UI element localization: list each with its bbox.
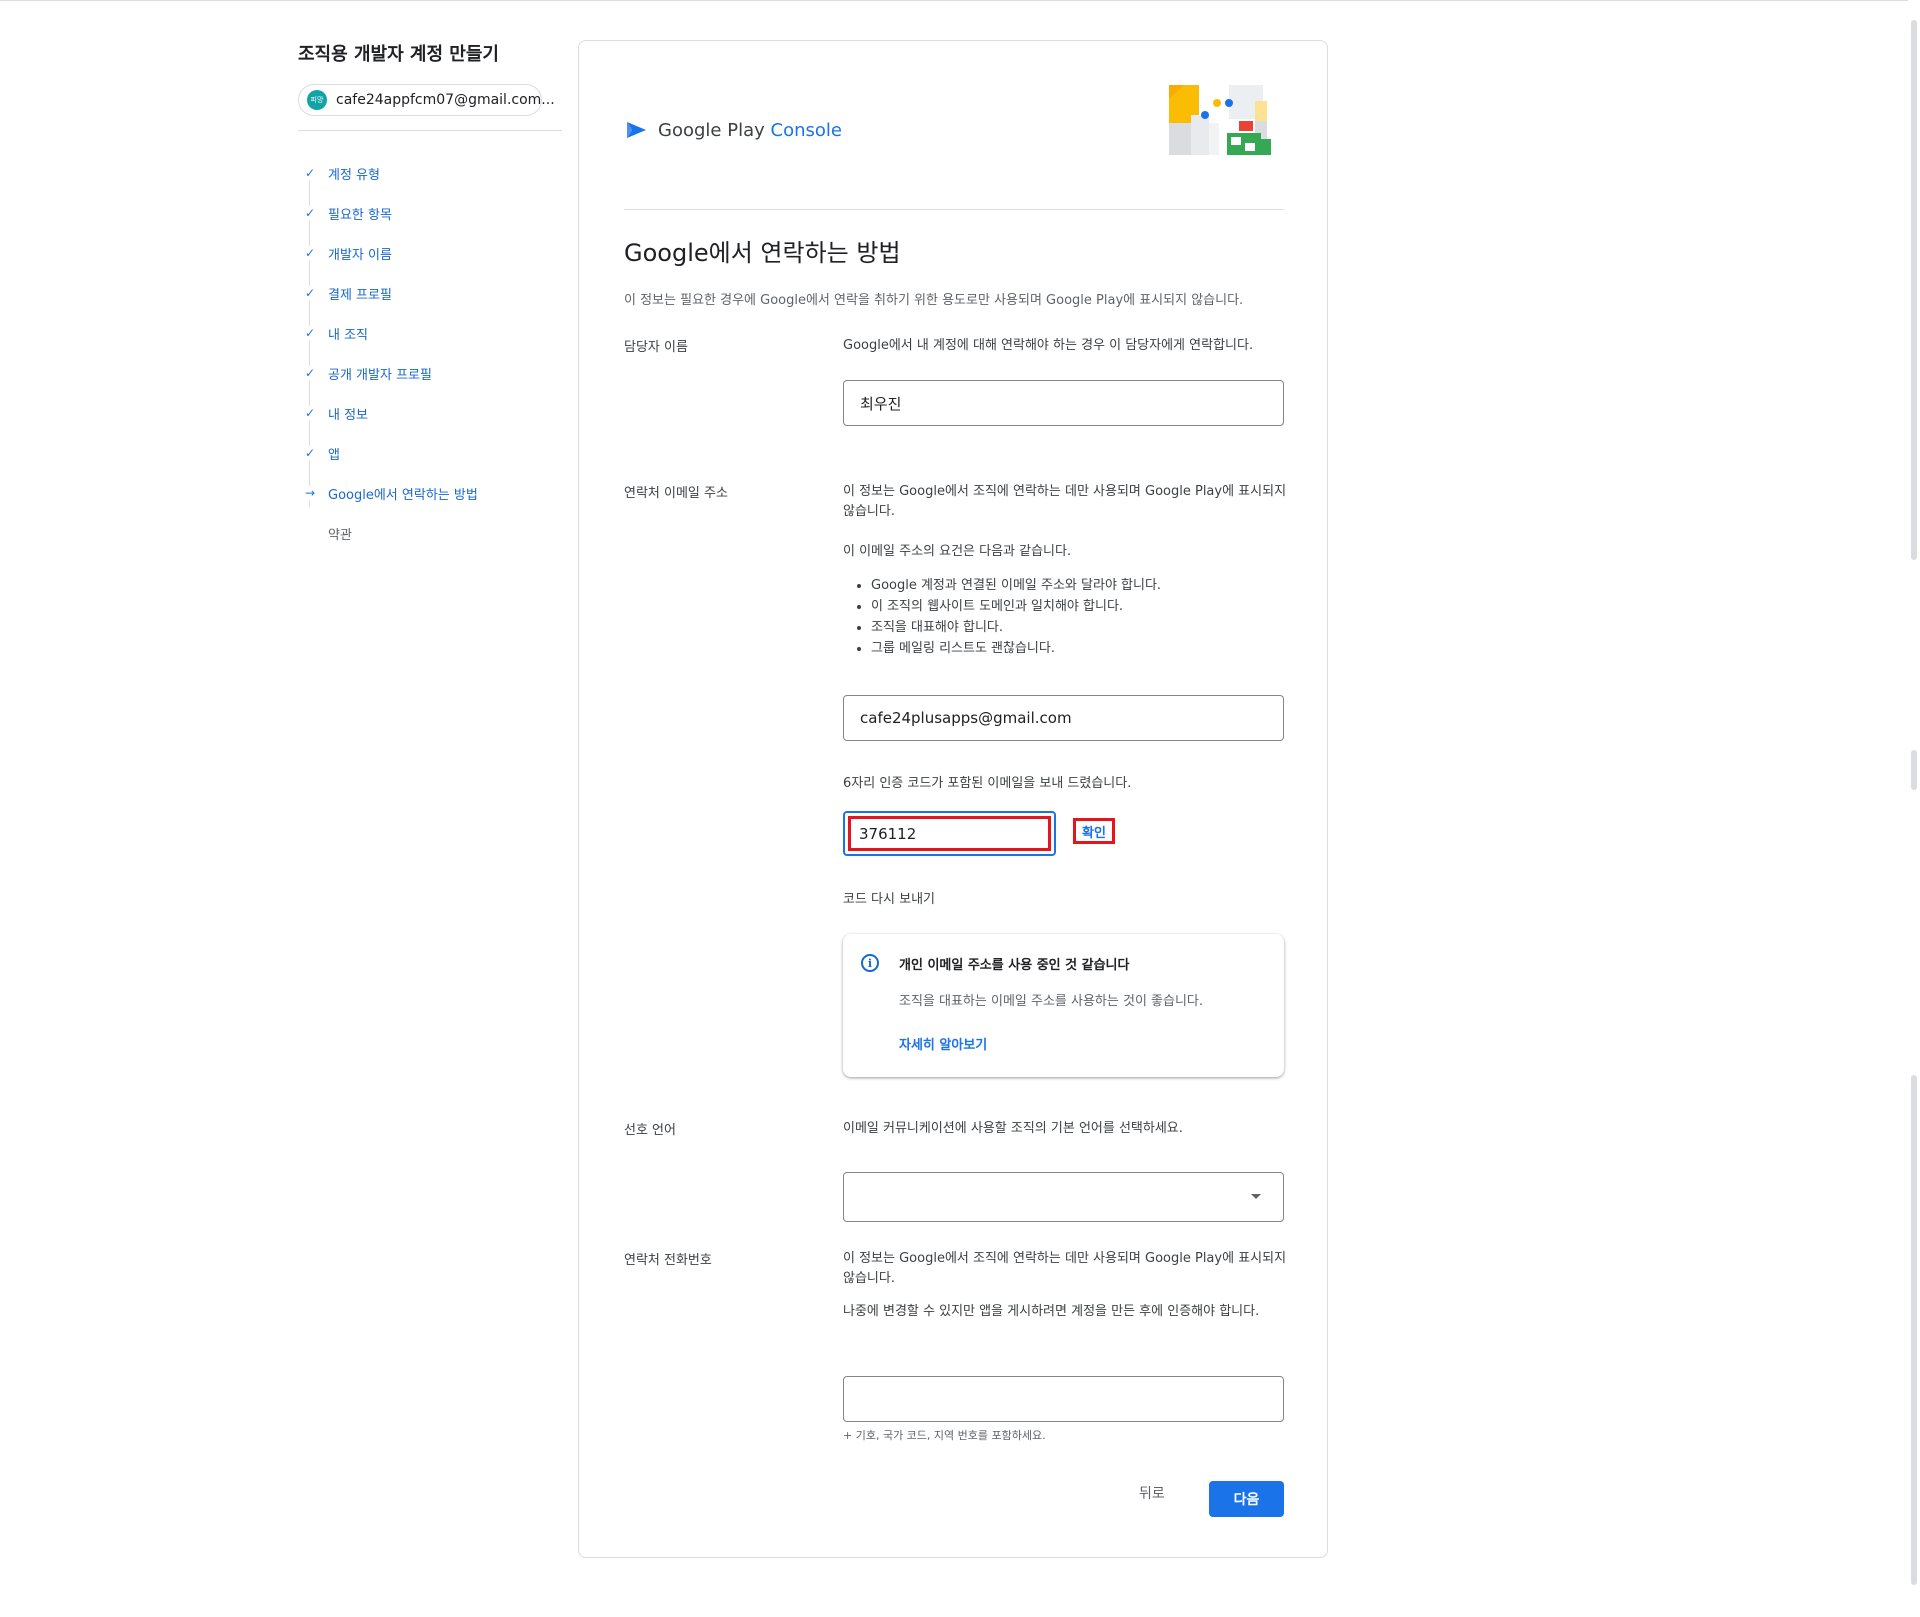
step-requirements[interactable]: ✓ 필요한 항목 bbox=[298, 193, 562, 233]
resend-code-link[interactable]: 코드 다시 보내기 bbox=[843, 890, 1288, 910]
learn-more-link[interactable]: 자세히 알아보기 bbox=[899, 1034, 987, 1053]
email-requirements-intro: 이 이메일 주소의 요건은 다음과 같습니다. bbox=[843, 544, 1072, 559]
verification-code-value: 376112 bbox=[848, 816, 1051, 851]
confirm-button[interactable]: 확인 bbox=[1073, 818, 1115, 844]
check-icon: ✓ bbox=[298, 326, 322, 340]
scrollbar[interactable] bbox=[1908, 0, 1920, 1617]
back-button[interactable]: 뒤로 bbox=[1139, 1483, 1165, 1503]
personal-email-notice: i 개인 이메일 주소를 사용 중인 것 같습니다 조직을 대표하는 이메일 주… bbox=[843, 934, 1284, 1077]
step-my-info[interactable]: ✓ 내 정보 bbox=[298, 393, 562, 433]
language-help: 이메일 커뮤니케이션에 사용할 조직의 기본 언어를 선택하세요. bbox=[843, 1121, 1183, 1136]
step-label: 내 정보 bbox=[328, 407, 369, 423]
step-public-profile[interactable]: ✓ 공개 개발자 프로필 bbox=[298, 353, 562, 393]
sidebar-title: 조직용 개발자 계정 만들기 bbox=[298, 44, 499, 65]
phone-label: 연락처 전화번호 bbox=[624, 1253, 712, 1268]
phone-hint: + 기호, 국가 코드, 지역 번호를 포함하세요. bbox=[843, 1429, 1046, 1442]
phone-help-verify: 나중에 변경할 수 있지만 앱을 게시하려면 계정을 만든 후에 인증해야 합니… bbox=[843, 1304, 1260, 1319]
check-icon: ✓ bbox=[298, 166, 322, 180]
account-chip[interactable]: 피망 cafe24appfcm07@gmail.com... bbox=[298, 84, 555, 116]
page-title: Google에서 연락하는 방법 bbox=[624, 239, 901, 267]
main-card: Google Play Console Google에서 연락하는 방법 이 정… bbox=[578, 40, 1328, 1558]
list-item: 이 조직의 웹사이트 도메인과 일치해야 합니다. bbox=[871, 596, 1161, 617]
step-payment-profile[interactable]: ✓ 결제 프로필 bbox=[298, 273, 562, 313]
play-console-icon bbox=[627, 122, 646, 138]
scrollbar-thumb[interactable] bbox=[1911, 1075, 1917, 1585]
step-organization[interactable]: ✓ 내 조직 bbox=[298, 313, 562, 353]
step-label: 개발자 이름 bbox=[328, 247, 392, 263]
step-label: 필요한 항목 bbox=[328, 207, 392, 223]
step-terms[interactable]: 약관 bbox=[298, 513, 562, 553]
scrollbar-thumb[interactable] bbox=[1911, 20, 1917, 560]
phone-help: 이 정보는 Google에서 조직에 연락하는 데만 사용되며 Google P… bbox=[843, 1251, 1287, 1286]
header-illustration bbox=[1169, 85, 1271, 155]
step-label: 공개 개발자 프로필 bbox=[328, 367, 432, 383]
code-sent-message: 6자리 인증 코드가 포함된 이메일을 보내 드렸습니다. bbox=[843, 776, 1132, 791]
language-label: 선호 언어 bbox=[624, 1123, 676, 1138]
contact-email-help: 이 정보는 Google에서 조직에 연락하는 데만 사용되며 Google P… bbox=[843, 484, 1287, 519]
avatar: 피망 bbox=[307, 90, 327, 110]
check-icon: ✓ bbox=[298, 366, 322, 380]
account-email: cafe24appfcm07@gmail.com... bbox=[336, 92, 555, 108]
list-item: 그룹 메일링 리스트도 괜찮습니다. bbox=[871, 638, 1161, 659]
email-requirements-list: Google 계정과 연결된 이메일 주소와 달라야 합니다. 이 조직의 웹사… bbox=[843, 575, 1161, 659]
contact-email-input[interactable]: cafe24plusapps@gmail.com bbox=[843, 695, 1284, 741]
logo-play: Play bbox=[727, 119, 765, 141]
step-contact-method[interactable]: → Google에서 연락하는 방법 bbox=[298, 473, 562, 513]
logo-google: Google bbox=[658, 119, 722, 141]
step-label: 앱 bbox=[328, 447, 340, 463]
dropdown-arrow-icon bbox=[1251, 1194, 1261, 1199]
contact-name-label: 담당자 이름 bbox=[624, 340, 688, 355]
list-item: Google 계정과 연결된 이메일 주소와 달라야 합니다. bbox=[871, 575, 1161, 596]
step-account-type[interactable]: ✓ 계정 유형 bbox=[298, 153, 562, 193]
step-label: 계정 유형 bbox=[328, 167, 380, 183]
top-border bbox=[0, 0, 1920, 1]
contact-email-label: 연락처 이메일 주소 bbox=[624, 486, 728, 501]
card-divider bbox=[624, 209, 1284, 210]
notice-title: 개인 이메일 주소를 사용 중인 것 같습니다 bbox=[899, 958, 1130, 973]
verification-code-input[interactable]: 376112 bbox=[843, 811, 1056, 856]
step-label: 내 조직 bbox=[328, 327, 369, 343]
step-label: 결제 프로필 bbox=[328, 287, 392, 303]
check-icon: ✓ bbox=[298, 246, 322, 260]
play-console-logo: Google Play Console bbox=[624, 117, 842, 143]
scrollbar-thumb[interactable] bbox=[1911, 750, 1917, 790]
sidebar: 조직용 개발자 계정 만들기 피망 cafe24appfcm07@gmail.c… bbox=[298, 40, 562, 553]
step-list: ✓ 계정 유형 ✓ 필요한 항목 ✓ 개발자 이름 ✓ 결제 프로필 ✓ 내 조직 ✓ 공개… bbox=[298, 153, 562, 553]
step-label: Google에서 연락하는 방법 bbox=[328, 487, 478, 503]
step-developer-name[interactable]: ✓ 개발자 이름 bbox=[298, 233, 562, 273]
check-icon: ✓ bbox=[298, 206, 322, 220]
contact-name-input[interactable]: 최우진 bbox=[843, 380, 1284, 426]
step-apps[interactable]: ✓ 앱 bbox=[298, 433, 562, 473]
check-icon: ✓ bbox=[298, 406, 322, 420]
check-icon: ✓ bbox=[298, 446, 322, 460]
notice-body: 조직을 대표하는 이메일 주소를 사용하는 것이 좋습니다. bbox=[899, 994, 1204, 1009]
language-select[interactable] bbox=[843, 1172, 1284, 1222]
next-button[interactable]: 다음 bbox=[1209, 1481, 1284, 1517]
arrow-right-icon: → bbox=[298, 486, 322, 500]
list-item: 조직을 대표해야 합니다. bbox=[871, 617, 1161, 638]
page-description: 이 정보는 필요한 경우에 Google에서 연락을 취하기 위한 용도로만 사… bbox=[624, 293, 1244, 308]
step-label: 약관 bbox=[328, 527, 352, 543]
sidebar-divider bbox=[298, 130, 562, 131]
contact-name-help: Google에서 내 계정에 대해 연락해야 하는 경우 이 담당자에게 연락합… bbox=[843, 338, 1254, 353]
check-icon: ✓ bbox=[298, 286, 322, 300]
logo-console: Console bbox=[770, 119, 842, 141]
phone-input[interactable] bbox=[843, 1376, 1284, 1422]
info-icon: i bbox=[861, 954, 879, 972]
